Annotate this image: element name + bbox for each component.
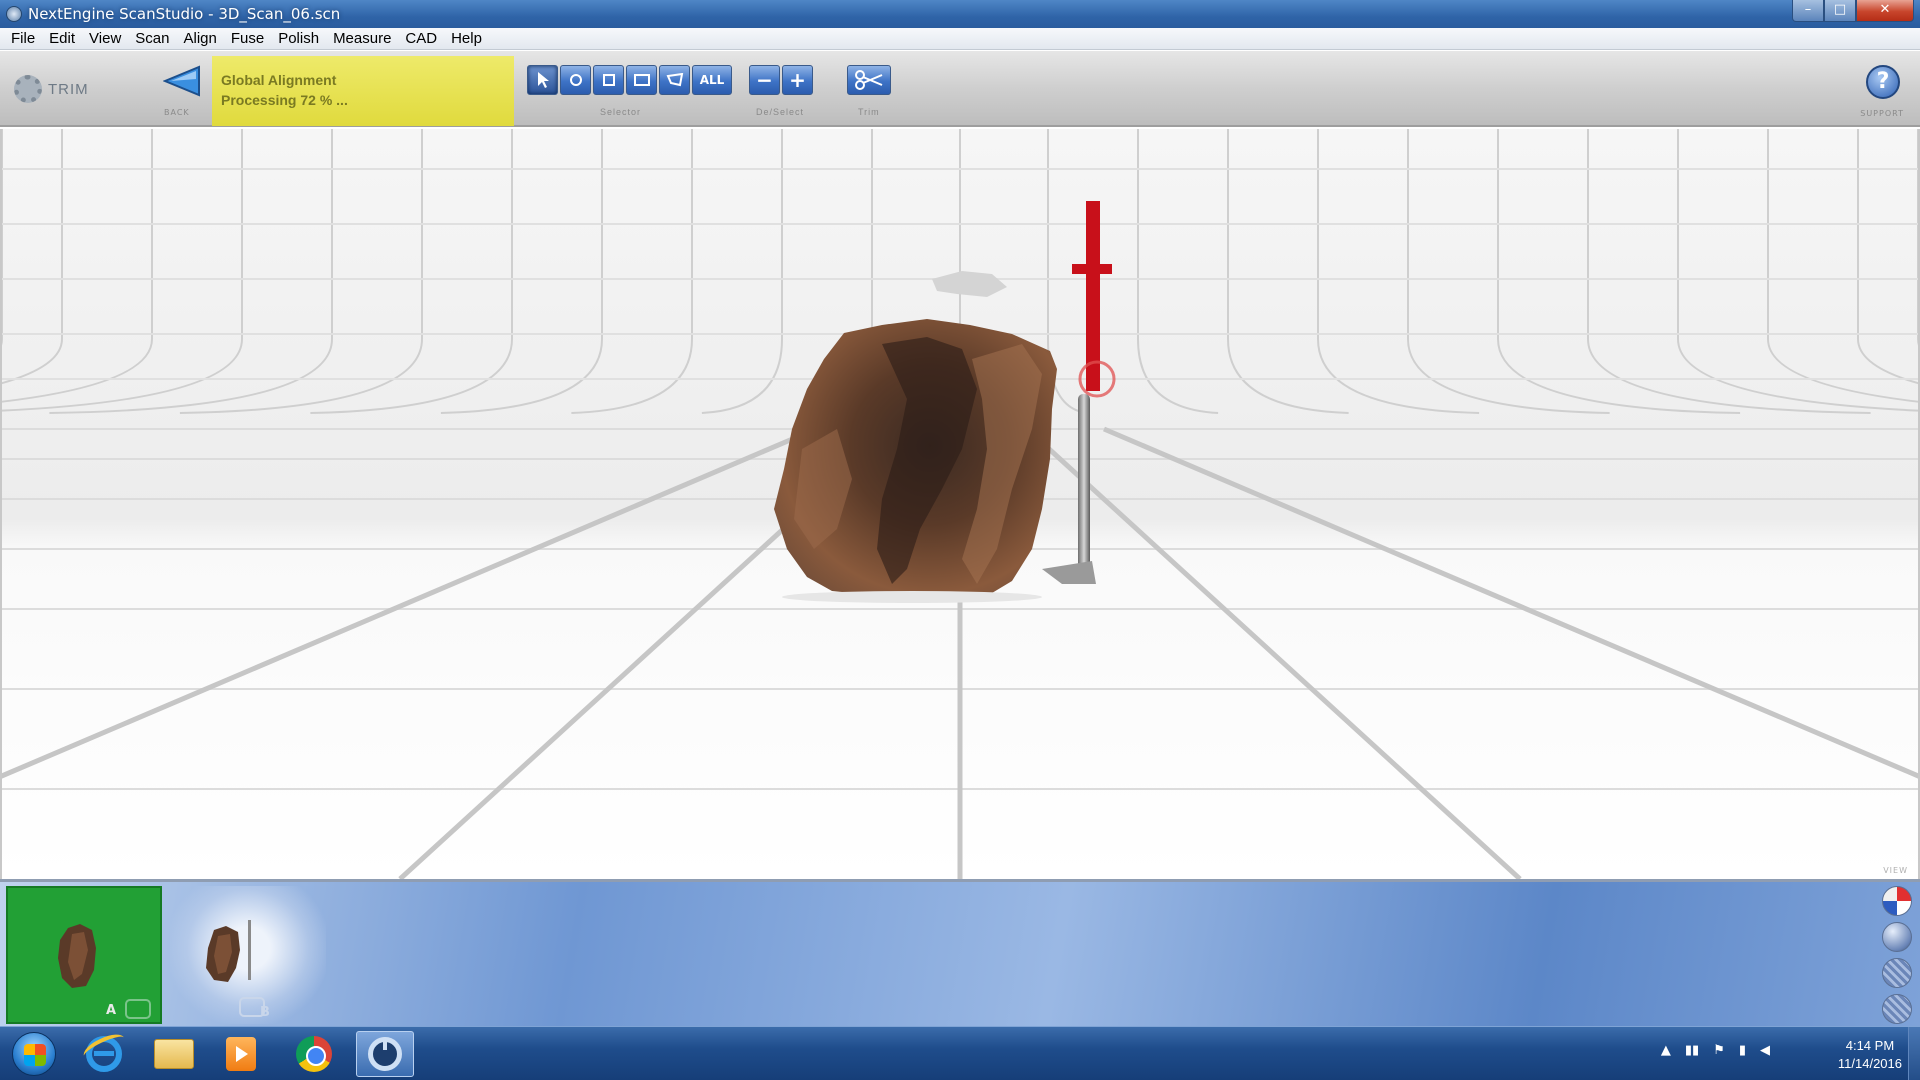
view-label: View xyxy=(1883,866,1908,875)
back-arrow-icon xyxy=(163,65,200,97)
lasso-select-button[interactable] xyxy=(659,65,690,95)
close-button[interactable]: ✕ xyxy=(1856,0,1914,22)
scanstudio-task-button[interactable] xyxy=(356,1031,414,1077)
scanstudio-icon xyxy=(368,1037,402,1071)
chrome-button[interactable] xyxy=(285,1031,343,1077)
menu-file[interactable]: File xyxy=(4,30,42,47)
rectangle-icon xyxy=(633,74,650,86)
menu-help[interactable]: Help xyxy=(444,30,489,47)
lasso-icon xyxy=(666,73,683,87)
title-bar: NextEngine ScanStudio - 3D_Scan_06.scn –… xyxy=(0,0,1920,28)
menu-measure[interactable]: Measure xyxy=(326,30,398,47)
thumbnail-letter-b: B xyxy=(260,1005,270,1020)
points-render-icon[interactable] xyxy=(1882,994,1912,1024)
clock-time: 4:14 PM xyxy=(1845,1038,1895,1053)
menu-align[interactable]: Align xyxy=(176,30,223,47)
menu-view[interactable]: View xyxy=(82,30,128,47)
gear-icon xyxy=(14,75,42,103)
help-button[interactable]: ? xyxy=(1866,65,1900,99)
deselect-minus-button[interactable]: − xyxy=(749,65,780,95)
maximize-button[interactable]: □ xyxy=(1824,0,1856,22)
mesh-render-icon[interactable] xyxy=(1882,958,1912,988)
selector-label: Selector xyxy=(600,107,642,117)
mode-indicator: Trim xyxy=(14,75,89,103)
select-all-button[interactable]: ALL xyxy=(692,65,732,95)
action-center-flag-icon[interactable]: ⚑ xyxy=(1713,1043,1725,1058)
solid-render-icon[interactable] xyxy=(1882,922,1912,952)
clock-date: 11/14/2016 xyxy=(1837,1056,1902,1071)
app-icon xyxy=(6,6,22,22)
menu-fuse[interactable]: Fuse xyxy=(224,30,271,47)
file-explorer-button[interactable] xyxy=(145,1031,203,1077)
deselect-group: − + xyxy=(749,65,813,95)
rectangle-select-button[interactable] xyxy=(626,65,657,95)
mode-label: Trim xyxy=(48,80,89,98)
scan-thumbnail-strip: A B xyxy=(0,879,1920,1026)
menu-bar: File Edit View Scan Align Fuse Polish Me… xyxy=(0,28,1920,50)
deselect-label: De/Select xyxy=(756,107,805,117)
chrome-icon xyxy=(296,1036,332,1072)
window-controls: – □ ✕ xyxy=(1792,0,1914,22)
media-player-button[interactable] xyxy=(212,1031,270,1077)
show-desktop-button[interactable] xyxy=(1908,1027,1920,1080)
menu-cad[interactable]: CAD xyxy=(398,30,444,47)
taskbar: ▲ ▮▮ ⚑ ▮ ◀ 4:14 PM 11/14/2016 xyxy=(0,1026,1920,1080)
folder-icon xyxy=(154,1039,194,1069)
arrow-cursor-icon xyxy=(537,72,549,88)
internet-explorer-button[interactable] xyxy=(75,1031,133,1077)
show-hidden-icons-icon[interactable]: ▲ xyxy=(1661,1043,1671,1058)
network-icon[interactable]: ▮▮ xyxy=(1685,1043,1699,1058)
selector-group: ALL xyxy=(527,65,732,95)
menu-edit[interactable]: Edit xyxy=(42,30,82,47)
circle-select-button[interactable] xyxy=(560,65,591,95)
status-panel: Global Alignment Processing 72 % ... xyxy=(212,56,514,126)
toolbar: Trim Back Global Alignment Processing 72… xyxy=(0,51,1920,127)
trim-group xyxy=(847,65,891,95)
system-tray: ▲ ▮▮ ⚑ ▮ ◀ xyxy=(1661,1043,1770,1058)
menu-scan[interactable]: Scan xyxy=(128,30,176,47)
grid-floor xyxy=(2,129,1918,879)
square-icon xyxy=(602,74,615,86)
trim-button[interactable] xyxy=(847,65,891,95)
cylinder-icon xyxy=(125,999,151,1019)
power-icon[interactable]: ▮ xyxy=(1739,1043,1746,1058)
back-label: Back xyxy=(164,108,190,117)
rock-with-probe-thumbnail xyxy=(206,920,265,1017)
status-progress: Processing 72 % ... xyxy=(221,92,348,108)
status-title: Global Alignment xyxy=(221,72,337,88)
volume-icon[interactable]: ◀ xyxy=(1760,1043,1770,1058)
minimize-button[interactable]: – xyxy=(1792,0,1824,22)
circle-icon xyxy=(569,74,582,86)
pointer-select-button[interactable] xyxy=(527,65,558,95)
3d-viewport[interactable]: View xyxy=(0,129,1920,879)
square-select-button[interactable] xyxy=(593,65,624,95)
scan-thumbnail-b[interactable]: B xyxy=(170,886,326,1024)
scissors-icon xyxy=(855,70,883,90)
rock-thumbnail xyxy=(58,924,151,1019)
support-label: Support xyxy=(1860,109,1904,118)
start-button[interactable] xyxy=(12,1032,56,1076)
back-button[interactable] xyxy=(163,65,203,97)
media-player-icon xyxy=(226,1037,256,1071)
color-render-icon[interactable] xyxy=(1882,886,1912,916)
select-plus-button[interactable]: + xyxy=(782,65,813,95)
render-mode-buttons xyxy=(1882,886,1912,1024)
trim-label: Trim xyxy=(858,107,880,117)
scan-thumbnail-a[interactable]: A xyxy=(6,886,162,1024)
menu-polish[interactable]: Polish xyxy=(271,30,326,47)
internet-explorer-icon xyxy=(86,1036,122,1072)
clock[interactable]: 4:14 PM 11/14/2016 xyxy=(1838,1037,1902,1073)
window-title: NextEngine ScanStudio - 3D_Scan_06.scn xyxy=(28,5,341,23)
thumbnail-letter-a: A xyxy=(106,1003,117,1018)
